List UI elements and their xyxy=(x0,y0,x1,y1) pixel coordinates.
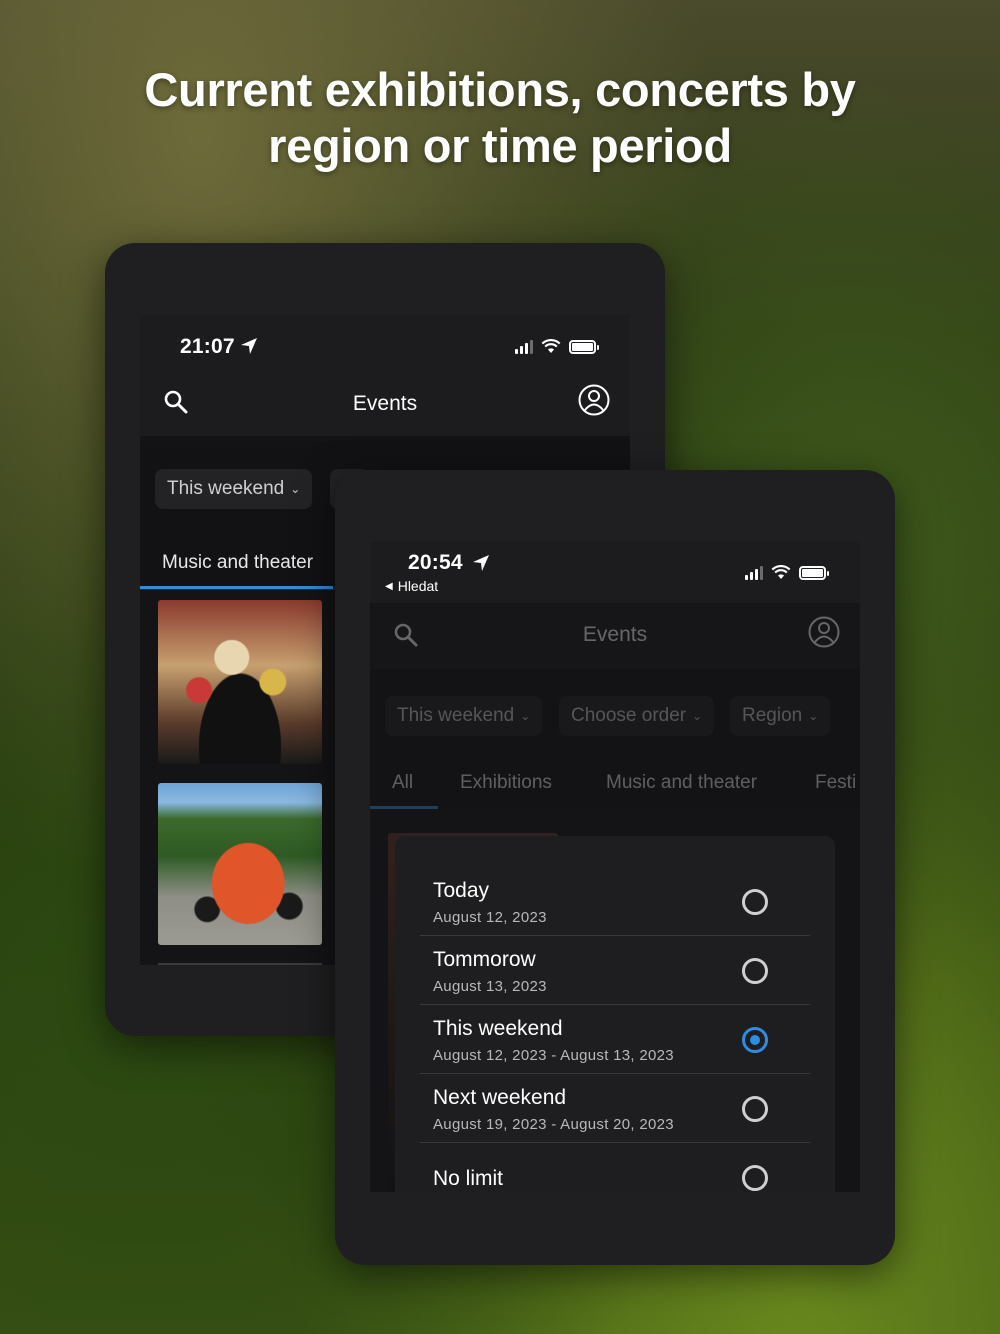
tab-music-and-theater[interactable]: Music and theater xyxy=(162,537,313,589)
tab-festivals[interactable]: Festi xyxy=(815,757,856,809)
status-bar: 21:07 xyxy=(140,315,630,375)
radio-selected-icon[interactable] xyxy=(742,1027,768,1053)
option-title: Next weekend xyxy=(433,1086,567,1109)
time-filter-label: This weekend xyxy=(167,478,285,499)
option-today[interactable]: Today August 12, 2023 xyxy=(420,867,810,936)
region-filter-chip[interactable]: Region ⌄ xyxy=(730,696,831,736)
profile-icon xyxy=(808,616,840,648)
filter-row: This weekend ⌄ Choose order ⌄ Region ⌄ xyxy=(370,669,860,765)
region-filter-label: Region xyxy=(742,705,803,726)
profile-button[interactable] xyxy=(576,382,612,418)
order-filter-label: Choose order xyxy=(571,705,687,726)
headline: Current exhibitions, concerts by region … xyxy=(0,62,1000,174)
option-title: Tommorow xyxy=(433,948,536,971)
order-filter-chip[interactable]: Choose order ⌄ xyxy=(559,696,715,736)
option-subtitle: August 12, 2023 - August 13, 2023 xyxy=(433,1047,674,1064)
option-no-limit[interactable]: No limit xyxy=(420,1143,810,1192)
battery-icon xyxy=(569,339,599,354)
option-subtitle: August 13, 2023 xyxy=(433,978,547,995)
chevron-down-icon: ⌄ xyxy=(808,709,819,723)
profile-icon xyxy=(578,384,610,416)
location-arrow-icon xyxy=(473,555,489,571)
status-icons xyxy=(745,565,829,580)
tab-all[interactable]: All xyxy=(392,757,413,809)
time-filter-label: This weekend xyxy=(397,705,515,726)
chevron-down-icon: ⌄ xyxy=(692,709,703,723)
wifi-icon xyxy=(771,565,791,579)
headline-line-1: Current exhibitions, concerts by xyxy=(144,63,856,116)
tab-music-and-theater[interactable]: Music and theater xyxy=(606,757,757,809)
back-link-label: Hledat xyxy=(397,578,439,594)
time-filter-chip[interactable]: This weekend ⌄ xyxy=(155,469,313,509)
time-period-sheet: Today August 12, 2023 Tommorow August 13… xyxy=(395,836,835,1192)
app-bar: Events xyxy=(370,603,860,669)
app-bar: Events xyxy=(140,370,630,436)
tab-exhibitions[interactable]: Exhibitions xyxy=(460,757,552,809)
option-title: Today xyxy=(433,879,490,902)
status-time: 21:07 xyxy=(180,335,235,358)
active-tab-indicator xyxy=(370,806,438,809)
radio-icon[interactable] xyxy=(742,1165,768,1191)
option-subtitle: August 12, 2023 xyxy=(433,909,547,926)
back-triangle-icon: ◀ xyxy=(385,580,393,592)
option-subtitle: August 19, 2023 - August 20, 2023 xyxy=(433,1116,674,1133)
page-title: Events xyxy=(582,623,648,646)
signal-icon xyxy=(745,565,763,580)
chevron-down-icon: ⌄ xyxy=(520,709,531,723)
status-bar: 20:54 ◀ Hledat xyxy=(370,541,860,603)
radio-icon[interactable] xyxy=(742,1096,768,1122)
radio-icon[interactable] xyxy=(742,958,768,984)
front-screen: 20:54 ◀ Hledat Events This weekend ⌄ Cho… xyxy=(370,541,860,1192)
radio-icon[interactable] xyxy=(742,889,768,915)
back-link[interactable]: ◀ Hledat xyxy=(385,578,438,594)
option-title: No limit xyxy=(433,1167,504,1190)
event-thumbnail-car[interactable] xyxy=(158,783,322,945)
status-time: 20:54 xyxy=(408,551,463,574)
category-tabs: All Exhibitions Music and theater Festi xyxy=(370,757,860,809)
wifi-icon xyxy=(541,339,561,353)
option-this-weekend[interactable]: This weekend August 12, 2023 - August 13… xyxy=(420,1005,810,1074)
time-filter-chip[interactable]: This weekend ⌄ xyxy=(385,696,543,736)
chevron-down-icon: ⌄ xyxy=(290,482,301,496)
option-title: This weekend xyxy=(433,1017,563,1040)
location-arrow-icon xyxy=(241,338,257,354)
signal-icon xyxy=(515,339,533,354)
front-device: 20:54 ◀ Hledat Events This weekend ⌄ Cho… xyxy=(335,470,895,1265)
next-thumbnail-edge xyxy=(158,963,322,965)
headline-line-2: region or time period xyxy=(268,119,732,172)
event-thumbnail-carnival[interactable] xyxy=(158,600,322,764)
battery-icon xyxy=(799,565,829,580)
page-title: Events xyxy=(352,392,418,415)
status-icons xyxy=(515,339,599,354)
option-tomorrow[interactable]: Tommorow August 13, 2023 xyxy=(420,936,810,1005)
option-next-weekend[interactable]: Next weekend August 19, 2023 - August 20… xyxy=(420,1074,810,1143)
profile-button[interactable] xyxy=(806,614,842,650)
